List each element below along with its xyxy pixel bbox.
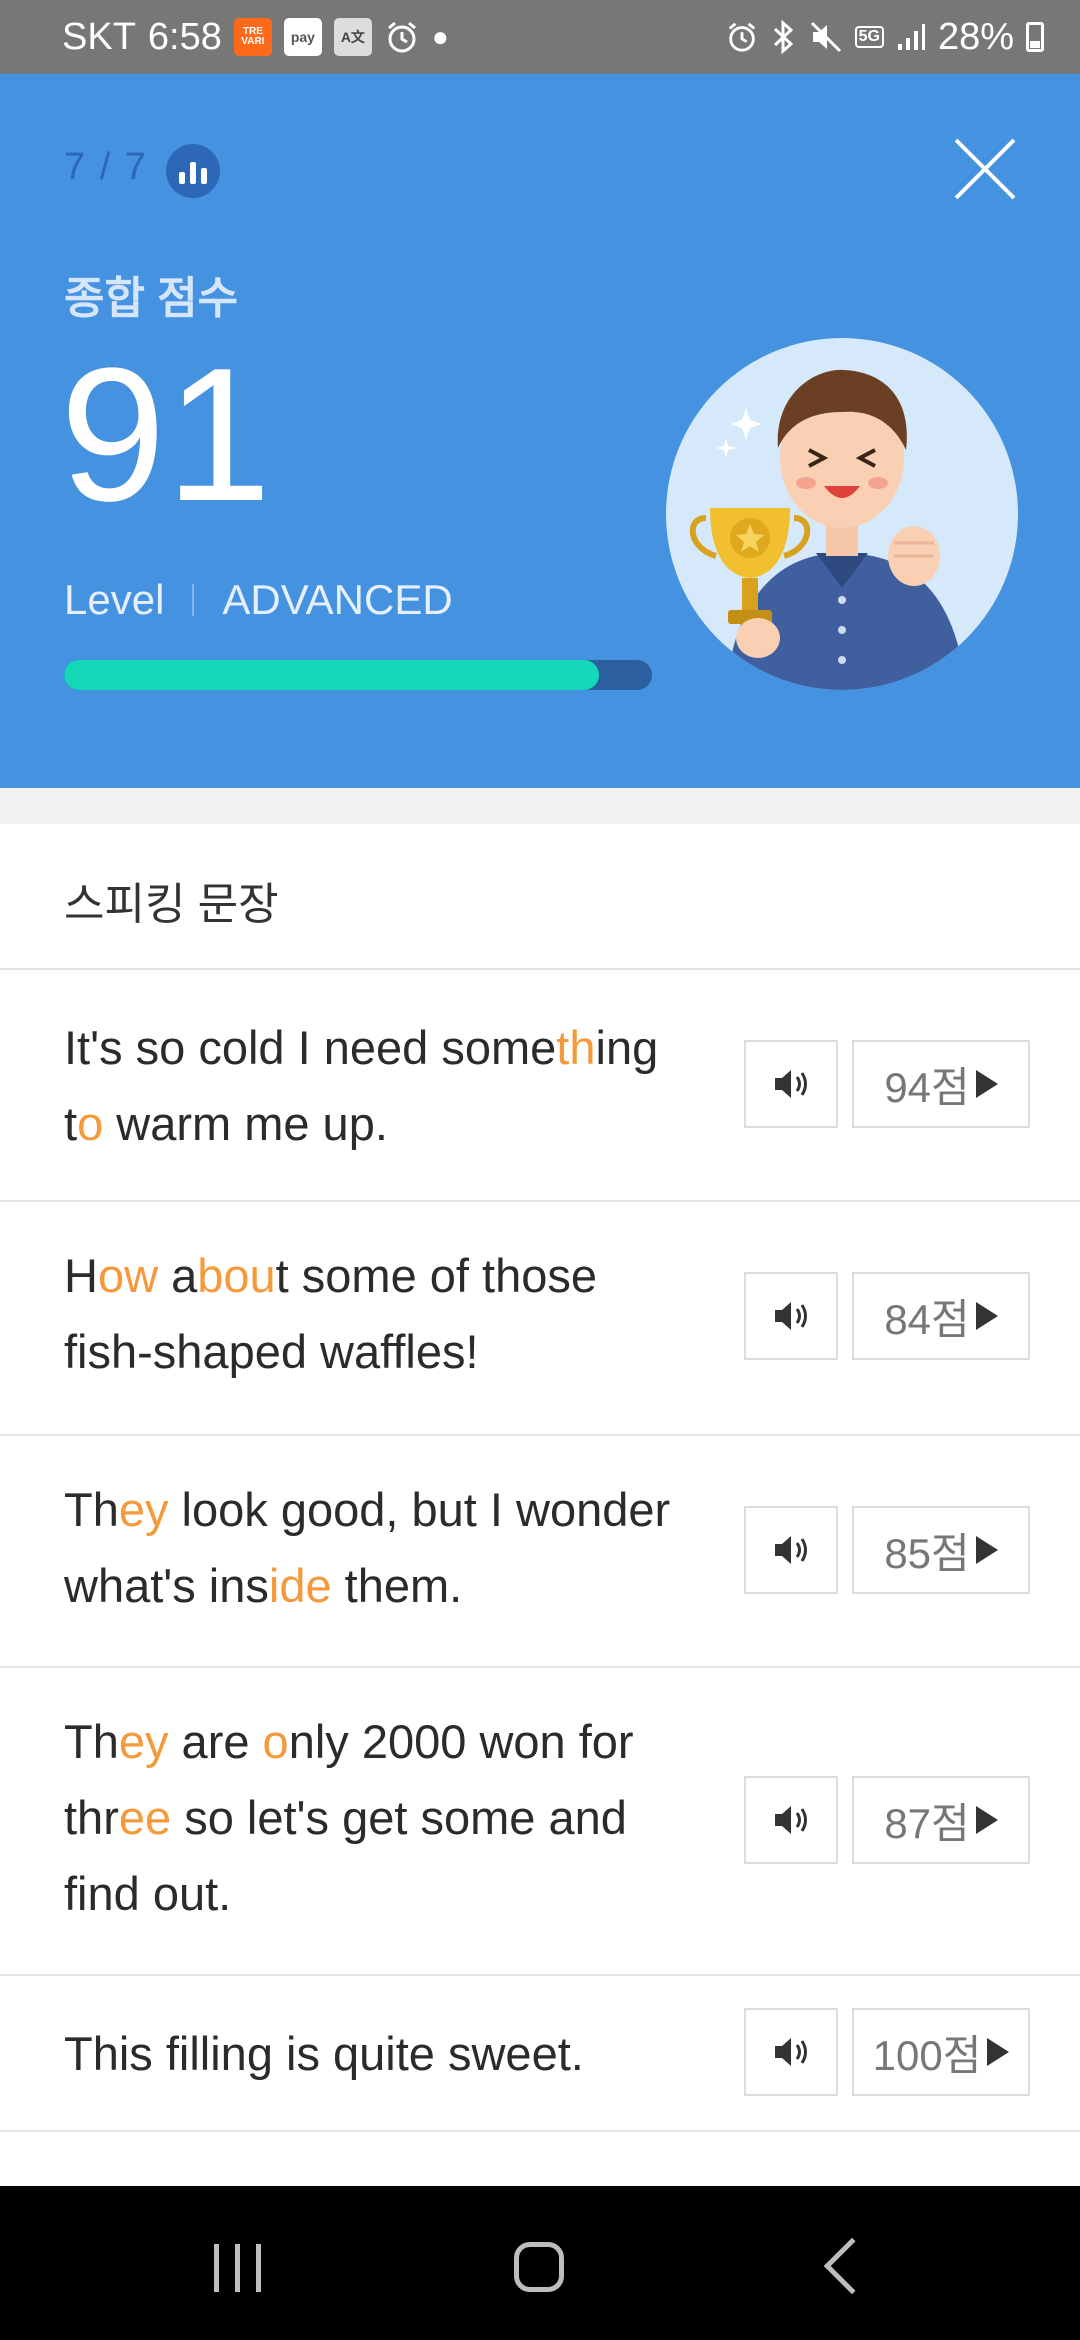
trophy-character-illustration [666,338,1018,690]
speaker-icon [775,1806,807,1834]
play-audio-button[interactable] [744,1272,838,1360]
sentence-row: How about some of those fish-shaped waff… [0,1202,1080,1436]
sentence-score-button[interactable]: 85점 [852,1506,1030,1594]
sentence-text: They look good, but I wonder what's insi… [64,1472,694,1624]
highlighted-segment: ey [118,1483,169,1536]
score-label: 종합 점수 [64,274,239,323]
highlighted-segment: bou [197,1249,276,1302]
play-audio-button[interactable] [744,1506,838,1594]
play-triangle-icon [987,2038,1010,2066]
bluetooth-icon [771,20,797,54]
pay-app-icon: pay [283,18,322,56]
sentence-segment: It's so cold I need some [64,1021,557,1074]
home-icon[interactable] [514,2242,564,2292]
sentence-segment: warm me up. [103,1097,388,1150]
level-divider [192,584,195,616]
sentence-segment: This filling is quite sweet. [64,2027,584,2080]
sentence-row: They are only 2000 won for three so let'… [0,1668,1080,1976]
close-icon[interactable] [950,134,1020,204]
highlighted-segment: th [556,1021,596,1074]
status-bar: SKT 6:58 TRE VARI pay A文 ● 5G 28% [0,0,1080,74]
sentence-row: They look good, but I wonder what's insi… [0,1436,1080,1668]
play-audio-button[interactable] [744,1040,838,1128]
sentence-score: 87점 [884,1799,970,1847]
carrier-label: SKT [62,15,136,58]
sentence-score: 84점 [884,1295,970,1343]
sentence-segment: H [64,1249,98,1302]
progress-counter: 7 / 7 [64,146,148,188]
level-row: Level ADVANCED [64,576,453,624]
sentence-score-button[interactable]: 94점 [852,1040,1030,1128]
speaker-icon [775,1070,807,1098]
play-triangle-icon [975,1302,998,1330]
mute-icon [809,20,843,54]
section-separator [0,788,1080,824]
translate-app-icon: A文 [333,18,372,56]
sentence-score-button[interactable]: 87점 [852,1776,1030,1864]
sentence-text: They are only 2000 won for three so let'… [64,1704,694,1932]
sentence-text: How about some of those fish-shaped waff… [64,1238,694,1390]
clock: 6:58 [147,15,222,58]
sentence-segment: Th [64,1715,119,1768]
alarm-icon [384,19,420,55]
score-progress-bar [64,660,652,690]
recent-apps-icon[interactable] [214,2244,261,2292]
network-type-icon: 5G [854,26,884,48]
sentence-segment: Th [64,1483,119,1536]
highlighted-segment: ide [268,1559,332,1612]
score-header: 7 / 7 종합 점수 91 Level ADVANCED [0,74,1080,788]
sentence-score-button[interactable]: 84점 [852,1272,1030,1360]
speaker-icon [775,1536,807,1564]
sentence-row: It's so cold I need something to warm me… [0,970,1080,1202]
back-icon[interactable] [823,2237,881,2295]
battery-icon [1026,22,1044,52]
sentence-score: 94점 [884,1063,970,1111]
highlighted-segment: o [262,1715,289,1768]
score-progress-fill [64,660,600,690]
notification-dot-icon: ● [431,21,449,52]
highlighted-segment: o [77,1097,104,1150]
total-score: 91 [60,329,272,541]
sentence-segment: them. [331,1559,463,1612]
sentence-text: This filling is quite sweet. [64,2016,694,2092]
play-triangle-icon [975,1536,998,1564]
signal-icon [896,22,926,52]
alarm-icon [725,20,759,54]
sentence-score-button[interactable]: 100점 [852,2008,1030,2096]
sentence-segment: are [168,1715,263,1768]
sentence-row: This filling is quite sweet. 100점 [0,1976,1080,2132]
speaker-icon [775,1302,807,1330]
highlighted-segment: ey [118,1715,169,1768]
trevari-app-icon: TRE VARI [233,18,272,56]
play-audio-button[interactable] [744,2008,838,2096]
speaker-icon [775,2038,807,2066]
section-title: 스피킹 문장 [64,880,279,929]
battery-percent: 28% [937,15,1014,58]
play-triangle-icon [975,1070,998,1098]
sentence-segment: a [158,1249,198,1302]
highlighted-segment: ee [118,1791,172,1844]
sentence-score: 100점 [872,2031,982,2079]
system-navigation-bar [0,2186,1080,2340]
sentence-text: It's so cold I need something to warm me… [64,1010,694,1162]
highlighted-segment: ow [97,1249,159,1302]
bar-chart-icon[interactable] [166,144,220,198]
sentence-score: 85점 [884,1529,970,1577]
level-value: ADVANCED [222,576,453,623]
play-triangle-icon [975,1806,998,1834]
play-audio-button[interactable] [744,1776,838,1864]
level-label: Level [64,576,165,623]
